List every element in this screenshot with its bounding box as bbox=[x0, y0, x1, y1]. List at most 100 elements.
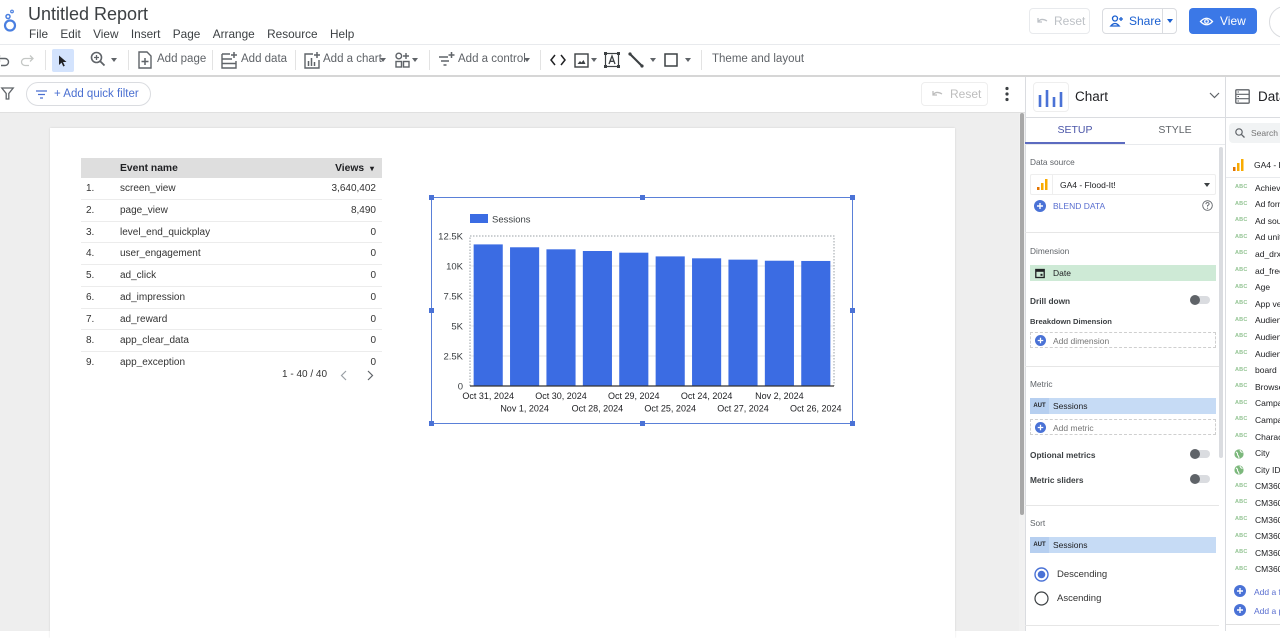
redo-icon[interactable] bbox=[19, 52, 35, 68]
reset-filters-button[interactable]: Reset bbox=[921, 82, 988, 106]
aggregation-badge[interactable]: AUT bbox=[1030, 398, 1049, 414]
code-embed-icon[interactable] bbox=[550, 54, 566, 66]
table-row[interactable]: 2. page_view 8,490 bbox=[81, 200, 382, 222]
sort-descending-radio[interactable]: Descending bbox=[1034, 567, 1134, 582]
add-control-button[interactable]: Add a control bbox=[458, 53, 526, 65]
resize-handle[interactable] bbox=[640, 421, 645, 426]
add-control-caret-icon[interactable] bbox=[524, 58, 530, 62]
menu-resource[interactable]: Resource bbox=[267, 27, 318, 41]
menu-file[interactable]: File bbox=[29, 27, 48, 41]
field-search-input[interactable]: Search bbox=[1229, 123, 1280, 143]
table-row[interactable]: 7. ad_reward 0 bbox=[81, 309, 382, 331]
report-title[interactable]: Untitled Report bbox=[28, 4, 148, 25]
table-row[interactable]: 3. level_end_quickplay 0 bbox=[81, 222, 382, 244]
undo-icon[interactable] bbox=[0, 52, 11, 68]
field-item[interactable]: City bbox=[1226, 447, 1280, 461]
sort-chip-sessions[interactable]: AUT Sessions bbox=[1030, 537, 1216, 553]
account-avatar[interactable] bbox=[1269, 6, 1280, 38]
menu-page[interactable]: Page bbox=[173, 27, 201, 41]
resize-handle[interactable] bbox=[850, 421, 855, 426]
add-page-icon[interactable] bbox=[138, 51, 152, 69]
bar[interactable] bbox=[582, 251, 612, 386]
bar[interactable] bbox=[546, 249, 576, 386]
zoom-caret-icon[interactable] bbox=[111, 58, 117, 62]
field-item[interactable]: ABC Browse bbox=[1226, 380, 1280, 394]
bar[interactable] bbox=[510, 247, 540, 386]
bar-chart-selected[interactable]: 0 2.5K 5K 7.5K 10K 12.5K Oct 31, 2024 Nov 1, 20… bbox=[431, 197, 853, 424]
blend-data-button[interactable]: BLEND DATA bbox=[1034, 199, 1134, 213]
add-control-icon[interactable] bbox=[438, 51, 455, 68]
table-row[interactable]: 4. user_engagement 0 bbox=[81, 243, 382, 265]
resize-handle[interactable] bbox=[640, 195, 645, 200]
sort-ascending-radio[interactable]: Ascending bbox=[1034, 591, 1134, 606]
field-item[interactable]: ABC Ad unit bbox=[1226, 231, 1280, 245]
previous-page-icon[interactable] bbox=[340, 370, 347, 381]
field-item[interactable]: ABC CM360 bbox=[1226, 563, 1280, 577]
resize-handle[interactable] bbox=[429, 308, 434, 313]
resize-handle[interactable] bbox=[850, 308, 855, 313]
filter-icon[interactable] bbox=[0, 87, 15, 100]
resize-handle[interactable] bbox=[429, 195, 434, 200]
table-row[interactable]: 6. ad_impression 0 bbox=[81, 287, 382, 309]
reset-report-button[interactable]: Reset bbox=[1029, 8, 1090, 34]
next-page-icon[interactable] bbox=[367, 370, 374, 381]
menu-view[interactable]: View bbox=[93, 27, 118, 41]
metric-sliders-toggle[interactable] bbox=[1190, 474, 1210, 484]
field-item[interactable]: ABC Ad sou bbox=[1226, 214, 1280, 228]
help-icon[interactable] bbox=[1202, 200, 1213, 211]
share-button[interactable]: Share bbox=[1102, 8, 1163, 34]
add-data-button[interactable]: Add data bbox=[241, 53, 287, 65]
tab-setup[interactable]: SETUP bbox=[1025, 124, 1125, 136]
collapse-chevron-icon[interactable] bbox=[1209, 92, 1220, 99]
table-row[interactable]: 9. app_exception 0 bbox=[81, 352, 382, 367]
add-page-button[interactable]: Add page bbox=[157, 53, 206, 65]
drill-down-toggle[interactable] bbox=[1190, 295, 1210, 305]
image-caret-icon[interactable] bbox=[591, 58, 597, 62]
field-item[interactable]: ABC CM360 bbox=[1226, 546, 1280, 560]
zoom-icon[interactable] bbox=[90, 51, 106, 67]
menu-arrange[interactable]: Arrange bbox=[213, 27, 255, 41]
text-box-icon[interactable] bbox=[604, 52, 620, 68]
field-item[interactable]: ABC CM360 bbox=[1226, 480, 1280, 494]
data-source-select[interactable]: GA4 - Flood-It! bbox=[1030, 174, 1216, 195]
resize-handle[interactable] bbox=[850, 195, 855, 200]
community-visualizations-icon[interactable] bbox=[395, 52, 410, 68]
dimension-chip-date[interactable]: Date bbox=[1030, 265, 1216, 281]
aggregation-badge[interactable]: AUT bbox=[1030, 537, 1049, 553]
field-item[interactable]: City ID bbox=[1226, 463, 1280, 477]
add-metric-button[interactable]: Add metric bbox=[1030, 419, 1216, 435]
field-item[interactable]: ABC Audien bbox=[1226, 347, 1280, 361]
table-row[interactable]: 5. ad_click 0 bbox=[81, 265, 382, 287]
more-options-icon[interactable] bbox=[1004, 86, 1010, 102]
image-icon[interactable] bbox=[574, 53, 589, 68]
field-item[interactable]: ABC ad_frec bbox=[1226, 264, 1280, 278]
bar[interactable] bbox=[728, 259, 758, 386]
looker-studio-logo-icon[interactable] bbox=[1, 7, 19, 33]
add-chart-caret-icon[interactable] bbox=[380, 58, 386, 62]
add-parameter-button[interactable]: Add a p bbox=[1232, 604, 1280, 617]
table-row[interactable]: 1. screen_view 3,640,402 bbox=[81, 178, 382, 200]
view-button[interactable]: View bbox=[1189, 8, 1257, 34]
field-item[interactable]: ABC CM360 bbox=[1226, 513, 1280, 527]
canvas-scrollbar-thumb[interactable] bbox=[1020, 113, 1024, 515]
bar[interactable] bbox=[473, 244, 503, 386]
metric-chip-sessions[interactable]: AUT Sessions bbox=[1030, 398, 1216, 414]
resize-handle[interactable] bbox=[429, 421, 434, 426]
add-quick-filter-button[interactable]: + Add quick filter bbox=[26, 82, 151, 106]
field-item[interactable]: ABC board bbox=[1226, 364, 1280, 378]
community-caret-icon[interactable] bbox=[412, 58, 418, 62]
shape-rectangle-icon[interactable] bbox=[664, 53, 678, 67]
bar[interactable] bbox=[764, 260, 794, 386]
select-tool-button[interactable] bbox=[52, 49, 74, 72]
field-item[interactable]: ABC CM360 bbox=[1226, 530, 1280, 544]
share-dropdown-button[interactable] bbox=[1162, 8, 1177, 34]
menu-help[interactable]: Help bbox=[330, 27, 354, 41]
line-icon[interactable] bbox=[628, 52, 644, 68]
tab-style[interactable]: STYLE bbox=[1125, 124, 1225, 136]
bar[interactable] bbox=[801, 260, 831, 386]
field-item[interactable]: ABC CM360 bbox=[1226, 496, 1280, 510]
bar[interactable] bbox=[692, 258, 722, 386]
field-item[interactable]: ABC App ve bbox=[1226, 297, 1280, 311]
bar[interactable] bbox=[655, 256, 685, 386]
column-header-event-name[interactable]: Event name bbox=[120, 163, 178, 174]
